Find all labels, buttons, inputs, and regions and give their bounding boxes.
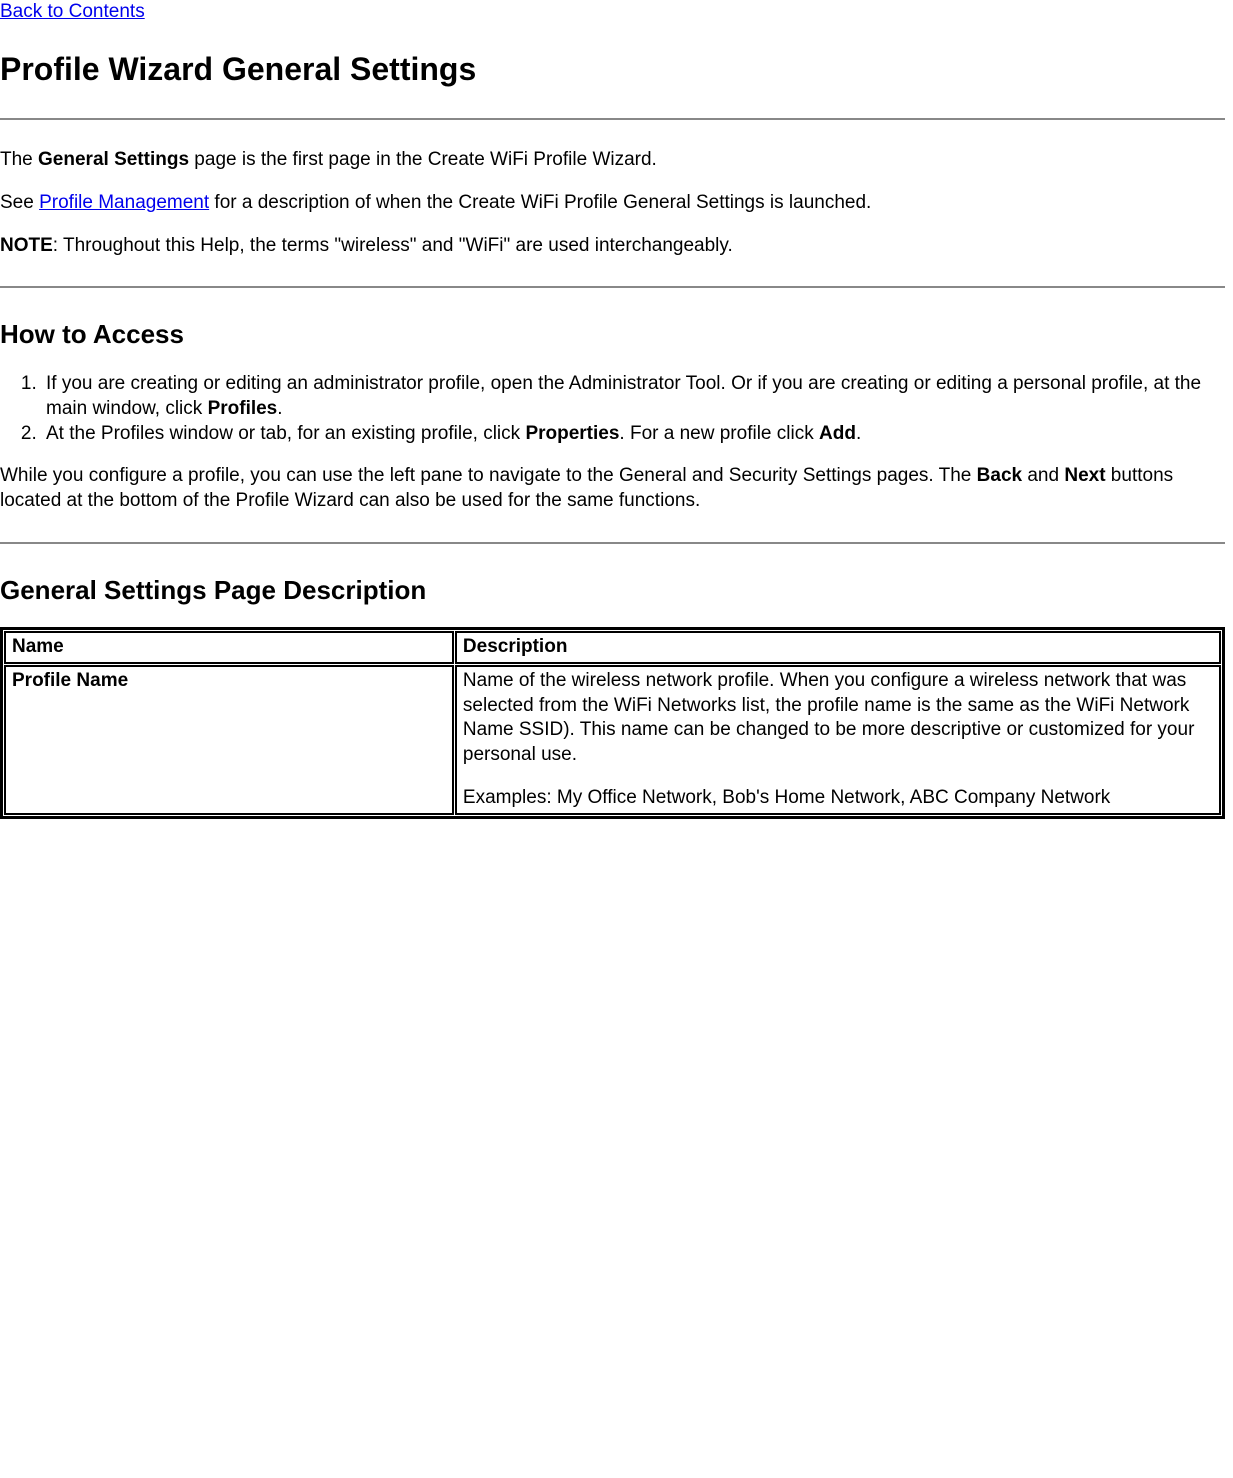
column-header-name: Name xyxy=(4,631,454,664)
list-item: If you are creating or editing an admini… xyxy=(42,372,1225,421)
note-label: NOTE xyxy=(0,235,53,256)
bold-text: General Settings xyxy=(38,149,189,170)
text: Examples: My Office Network, Bob's Home … xyxy=(463,786,1213,811)
profile-management-link[interactable]: Profile Management xyxy=(39,192,209,213)
text: See xyxy=(0,192,39,213)
text: The xyxy=(0,149,38,170)
bold-text: Properties xyxy=(525,423,619,444)
text: At the Profiles window or tab, for an ex… xyxy=(46,423,525,444)
text: . For a new profile click xyxy=(619,423,819,444)
section-heading-page-description: General Settings Page Description xyxy=(0,574,1225,608)
column-header-description: Description xyxy=(455,631,1221,664)
cell-name: Profile Name xyxy=(4,665,454,814)
list-item: At the Profiles window or tab, for an ex… xyxy=(42,422,1225,447)
table-header-row: Name Description xyxy=(4,631,1221,664)
navigation-paragraph: While you configure a profile, you can u… xyxy=(0,464,1225,513)
text: . xyxy=(856,423,861,444)
text: and xyxy=(1022,465,1064,486)
divider xyxy=(0,118,1225,120)
bold-text: Add xyxy=(819,423,856,444)
text: . xyxy=(277,398,282,419)
text: for a description of when the Create WiF… xyxy=(209,192,871,213)
cell-description: Name of the wireless network profile. Wh… xyxy=(455,665,1221,814)
table-row: Profile Name Name of the wireless networ… xyxy=(4,665,1221,814)
text: While you configure a profile, you can u… xyxy=(0,465,977,486)
divider xyxy=(0,542,1225,544)
text: Name of the wireless network profile. Wh… xyxy=(463,669,1213,768)
back-to-contents-link[interactable]: Back to Contents xyxy=(0,1,145,22)
bold-text: Next xyxy=(1064,465,1105,486)
text: : Throughout this Help, the terms "wirel… xyxy=(53,235,733,256)
intro-paragraph-2: See Profile Management for a description… xyxy=(0,191,1225,216)
bold-text: Back xyxy=(977,465,1022,486)
bold-text: Profiles xyxy=(208,398,278,419)
section-heading-how-to-access: How to Access xyxy=(0,318,1225,352)
intro-paragraph-1: The General Settings page is the first p… xyxy=(0,148,1225,173)
description-table: Name Description Profile Name Name of th… xyxy=(0,627,1225,818)
note-paragraph: NOTE: Throughout this Help, the terms "w… xyxy=(0,234,1225,259)
divider xyxy=(0,286,1225,288)
steps-list: If you are creating or editing an admini… xyxy=(0,372,1225,446)
text: page is the first page in the Create WiF… xyxy=(189,149,657,170)
page-title: Profile Wizard General Settings xyxy=(0,49,1225,91)
